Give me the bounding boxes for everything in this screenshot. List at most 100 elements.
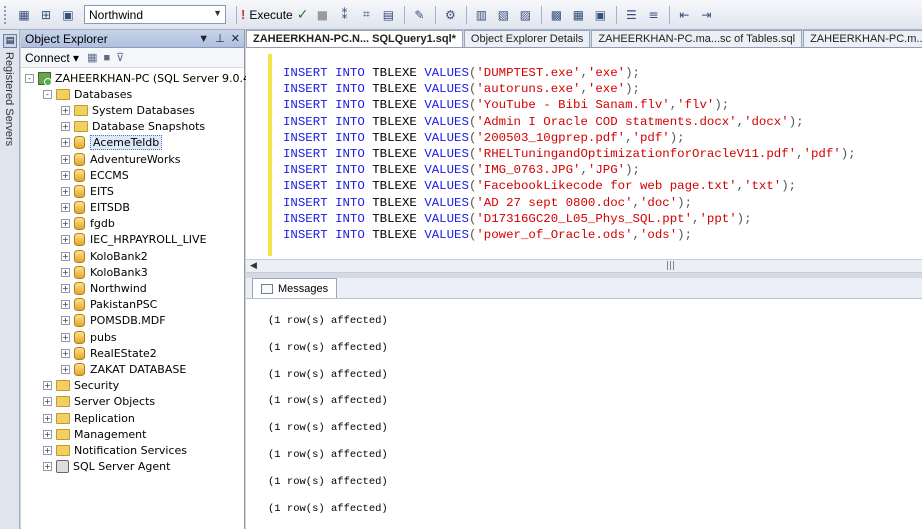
tree-node[interactable]: + POMSDB.MDF [21, 313, 244, 329]
tree-node[interactable]: + PakistanPSC [21, 297, 244, 313]
toolbar-icon-13[interactable]: ▦ [568, 5, 588, 25]
expand-icon[interactable]: + [61, 235, 70, 245]
sql-keyword: INTO [335, 147, 365, 162]
tree-node[interactable]: + KoloBank3 [21, 264, 244, 280]
tree-node[interactable]: + EITS [21, 183, 244, 199]
tree-node[interactable]: + fgdb [21, 216, 244, 232]
expand-icon[interactable]: + [61, 284, 70, 294]
expand-icon[interactable]: + [43, 413, 52, 423]
tree-node[interactable]: + IEC_HRPAYROLL_LIVE [21, 232, 244, 248]
tree-node[interactable]: + ZAKAT DATABASE [21, 361, 244, 377]
tree-node[interactable]: + SQL Server Agent [21, 459, 244, 475]
toolbar-icon-6[interactable]: ▤ [378, 5, 398, 25]
collapse-icon[interactable]: - [25, 73, 34, 83]
tree-node[interactable]: + AdventureWorks [21, 151, 244, 167]
expand-icon[interactable]: + [61, 186, 70, 196]
tree-node[interactable]: + RealEState2 [21, 345, 244, 361]
document-tab[interactable]: Object Explorer Details [463, 30, 591, 47]
execute-button[interactable]: ! Execute [241, 7, 293, 22]
close-icon[interactable]: ✕ [231, 32, 240, 45]
tree-node-label: Server Objects [74, 395, 156, 409]
expand-icon[interactable]: + [61, 348, 70, 358]
uncomment-icon[interactable]: ≡ [643, 5, 663, 25]
tree-node[interactable]: + Security [21, 378, 244, 394]
connect-button[interactable]: Connect ▾ [25, 51, 79, 65]
expand-icon[interactable]: + [61, 364, 70, 374]
indent-icon[interactable]: ⇥ [696, 5, 716, 25]
expand-icon[interactable]: + [61, 251, 70, 261]
tree-node[interactable]: + Server Objects [21, 394, 244, 410]
tree-node[interactable]: + Northwind [21, 280, 244, 296]
outdent-icon[interactable]: ⇤ [674, 5, 694, 25]
tree-node[interactable]: + AcemeTeldb [21, 135, 244, 151]
toolbar-icon-2[interactable]: ⊞ [36, 5, 56, 25]
tree-node[interactable]: + EITSDB [21, 200, 244, 216]
editor-horizontal-scrollbar[interactable]: ◀ ||| [246, 259, 922, 273]
expand-icon[interactable]: + [61, 203, 70, 213]
tree-node[interactable]: - Databases [21, 86, 244, 102]
dropdown-icon[interactable]: ▼ [198, 33, 209, 45]
expand-icon[interactable]: + [61, 154, 70, 164]
pin-icon[interactable]: ⊥ [215, 32, 225, 45]
registered-servers-bar[interactable]: ▤ Registered Servers [0, 30, 20, 529]
expand-icon[interactable]: + [61, 300, 70, 310]
database-select[interactable]: Northwind ▼ [84, 5, 226, 24]
parse-check-icon[interactable]: ✓ [297, 7, 309, 23]
toolbar-icon-12[interactable]: ▩ [546, 5, 566, 25]
tree-node[interactable]: + System Databases [21, 102, 244, 118]
expand-icon[interactable]: + [43, 462, 52, 472]
expand-icon[interactable]: + [61, 105, 70, 115]
table-name: TBLEXE [372, 82, 417, 97]
tree-node[interactable]: + Database Snapshots [21, 119, 244, 135]
tree-node[interactable]: + Replication [21, 410, 244, 426]
toolbar-icon-10[interactable]: ▧ [493, 5, 513, 25]
toolbar-icon-5[interactable]: ⌗ [356, 5, 376, 25]
toolbar-icon-3[interactable]: ▣ [58, 5, 78, 25]
sql-keyword: INTO [335, 82, 365, 97]
expand-icon[interactable]: + [61, 170, 70, 180]
document-tab[interactable]: ZAHEERKHAN-PC.ma...sc of Tables.sql [591, 30, 803, 47]
expand-icon[interactable]: + [61, 219, 70, 229]
toolbar-icon-9[interactable]: ▥ [471, 5, 491, 25]
document-tab[interactable]: ZAHEERKHAN-PC.N... SQLQuery1.sql* [246, 30, 463, 47]
expand-icon[interactable]: + [43, 397, 52, 407]
comment-icon[interactable]: ☰ [621, 5, 641, 25]
expand-icon[interactable]: + [61, 122, 70, 132]
stop-icon[interactable]: ■ [312, 5, 332, 25]
expand-icon[interactable]: + [61, 267, 70, 277]
stop-icon[interactable]: ■ [103, 52, 110, 64]
toolbar-icon-8[interactable]: ⚙ [440, 5, 460, 25]
tree-node[interactable]: - ZAHEERKHAN-PC (SQL Server 9.0.4035 [21, 70, 271, 86]
toolbar-icon-7[interactable]: ✎ [409, 5, 429, 25]
scroll-thumb-grip[interactable]: ||| [666, 261, 675, 271]
toolbar-icon-14[interactable]: ▣ [590, 5, 610, 25]
expand-icon[interactable]: + [43, 429, 52, 439]
code-line: INSERT INTO TBLEXE VALUES('AD 27 sept 08… [283, 195, 693, 210]
document-tab[interactable]: ZAHEERKHAN-PC.m...rds re [803, 30, 922, 47]
filter-icon[interactable]: ⊽ [116, 51, 124, 64]
disconnect-icon[interactable]: ▦ [87, 51, 97, 64]
expand-icon[interactable]: + [61, 138, 70, 148]
tree-node[interactable]: + pubs [21, 329, 244, 345]
query-editor[interactable]: INSERT INTO TBLEXE VALUES('DUMPTEST.exe'… [246, 48, 922, 259]
toolbar-icon-1[interactable]: ▦ [14, 5, 34, 25]
expand-icon[interactable]: + [43, 381, 52, 391]
toolbar-grip[interactable] [4, 5, 8, 24]
string-literal: 'exe' [587, 82, 626, 97]
tree-node[interactable]: + Notification Services [21, 442, 244, 458]
tree-node[interactable]: + KoloBank2 [21, 248, 244, 264]
toolbar-separator [466, 5, 468, 24]
collapse-icon[interactable]: - [43, 89, 52, 99]
scroll-left-icon[interactable]: ◀ [250, 261, 257, 271]
sql-keyword: INSERT [283, 66, 328, 80]
expand-icon[interactable]: + [61, 332, 70, 342]
tree-node-label: EITSDB [90, 201, 130, 215]
expand-icon[interactable]: + [61, 316, 70, 326]
query-code[interactable]: INSERT INTO TBLEXE VALUES('DUMPTEST.exe'… [283, 65, 856, 243]
toolbar-icon-11[interactable]: ▨ [515, 5, 535, 25]
tree-node[interactable]: + Management [21, 426, 244, 442]
expand-icon[interactable]: + [43, 445, 52, 455]
toolbar-icon-4[interactable]: ⁑ [334, 5, 354, 25]
tree-node[interactable]: + ECCMS [21, 167, 244, 183]
tab-messages[interactable]: Messages [252, 278, 338, 298]
